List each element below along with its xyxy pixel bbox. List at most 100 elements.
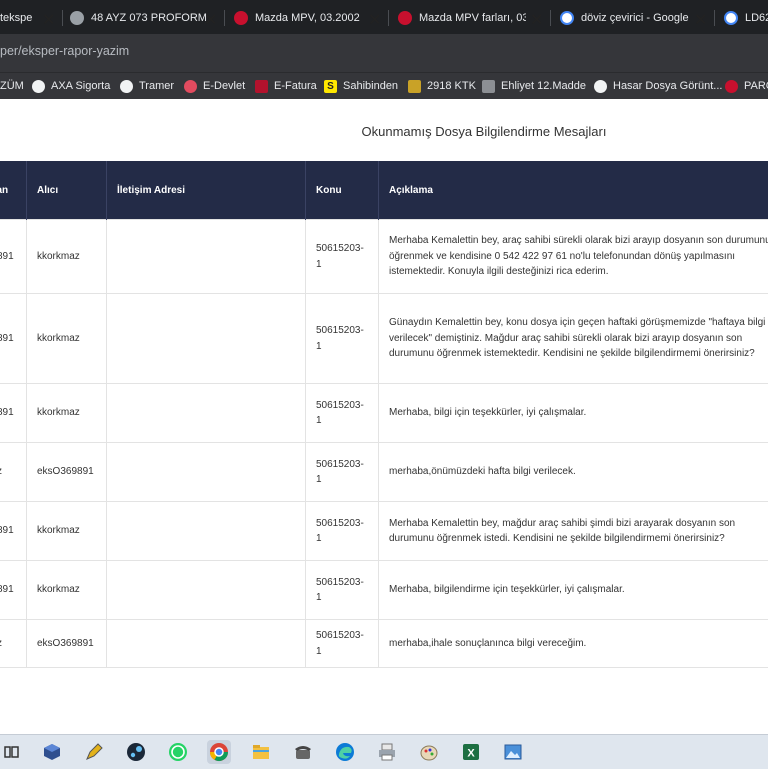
cell-sender: z xyxy=(0,620,27,668)
table-row[interactable]: z eksO369891 50615203- 1 merhaba,önümüzd… xyxy=(0,443,768,502)
cell-subject: 50615203- 1 xyxy=(306,620,379,668)
column-header-receiver[interactable]: Alıcı xyxy=(27,161,107,220)
cell-sender: 891 xyxy=(0,502,27,561)
table-row[interactable]: 891 kkorkmaz 50615203- 1 Merhaba, bilgi … xyxy=(0,384,768,443)
steam-icon[interactable] xyxy=(124,740,148,764)
tab-divider xyxy=(714,10,715,26)
cell-description: merhaba,ihale sonuçlanınca bilgi vereceğ… xyxy=(379,620,768,668)
close-icon[interactable]: ✕ xyxy=(204,10,217,30)
paint-icon[interactable] xyxy=(417,740,441,764)
tab-proforma[interactable]: 48 AYZ 073 PROFORM xyxy=(70,4,220,32)
cell-sender: 891 xyxy=(0,561,27,620)
site-red-icon xyxy=(398,11,412,25)
photos-icon[interactable] xyxy=(501,740,525,764)
cell-contact xyxy=(107,220,306,294)
table-row[interactable]: 891 kkorkmaz 50615203- 1 Günaydın Kemale… xyxy=(0,294,768,384)
whatsapp-icon[interactable] xyxy=(166,740,190,764)
cell-receiver: kkorkmaz xyxy=(27,220,107,294)
close-icon[interactable]: ✕ xyxy=(530,10,543,30)
svg-text:X: X xyxy=(467,748,475,760)
cell-subject: 50615203- 1 xyxy=(306,443,379,502)
column-header-description[interactable]: Açıklama xyxy=(379,161,768,220)
license-icon xyxy=(482,80,495,93)
table-row[interactable]: 891 kkorkmaz 50615203- 1 Merhaba, bilgil… xyxy=(0,561,768,620)
address-bar[interactable]: per/eksper-rapor-yazim xyxy=(0,34,768,72)
tab-label: Mazda MPV farları, 03. xyxy=(419,12,526,24)
google-icon xyxy=(724,11,738,25)
globe-icon xyxy=(594,80,607,93)
table-header-row: an Alıcı İletişim Adresi Konu Açıklama xyxy=(0,161,768,220)
tab-mazda-mpv[interactable]: Mazda MPV, 03.2002 xyxy=(234,4,364,32)
pen-tool-icon[interactable] xyxy=(82,740,106,764)
chrome-icon[interactable] xyxy=(207,740,231,764)
page-title: Okunmamış Dosya Bilgilendirme Mesajları xyxy=(0,124,768,139)
bookmark-label: Sahibinden xyxy=(343,80,398,92)
cell-sender: 891 xyxy=(0,384,27,443)
close-icon[interactable]: ✕ xyxy=(42,10,55,30)
printer-icon[interactable] xyxy=(375,740,399,764)
cell-contact xyxy=(107,620,306,668)
url-text[interactable]: per/eksper-rapor-yazim xyxy=(0,44,129,58)
globe-icon xyxy=(120,80,133,93)
tab-label: 48 AYZ 073 PROFORM xyxy=(91,12,207,24)
globe-icon xyxy=(32,80,45,93)
site-red-icon xyxy=(234,11,248,25)
tab-divider xyxy=(224,10,225,26)
table-row[interactable]: 891 kkorkmaz 50615203- 1 Merhaba Kemalet… xyxy=(0,220,768,294)
messages-table: an Alıcı İletişim Adresi Konu Açıklama 8… xyxy=(0,161,768,668)
bookmark-parca[interactable]: PARÇ xyxy=(725,78,768,94)
column-header-contact[interactable]: İletişim Adresi xyxy=(107,161,306,220)
cell-description: Merhaba, bilgilendirme için teşekkürler,… xyxy=(379,561,768,620)
cell-contact xyxy=(107,443,306,502)
excel-icon[interactable]: X xyxy=(459,740,483,764)
tab-label: LD62 xyxy=(745,12,768,24)
table-row[interactable]: 891 kkorkmaz 50615203- 1 Merhaba Kemalet… xyxy=(0,502,768,561)
tab-divider xyxy=(388,10,389,26)
bookmarks-bar: ZÜM AXA Sigorta Tramer E-Devlet E-Fatura… xyxy=(0,72,768,99)
cell-receiver: kkorkmaz xyxy=(27,561,107,620)
bookmark-sahibinden[interactable]: S Sahibinden xyxy=(324,78,398,94)
tab-label: Mazda MPV, 03.2002 xyxy=(255,12,360,24)
edge-icon[interactable] xyxy=(333,740,357,764)
tab-ld62[interactable]: LD62 xyxy=(724,4,768,32)
bookmark-label: E-Fatura xyxy=(274,80,317,92)
edevlet-icon xyxy=(184,80,197,93)
file-explorer-icon[interactable] xyxy=(249,740,273,764)
cell-contact xyxy=(107,294,306,384)
app-cube-icon[interactable] xyxy=(40,740,64,764)
task-view-icon[interactable] xyxy=(0,740,24,764)
phone-icon[interactable] xyxy=(291,740,315,764)
cell-description: Merhaba Kemalettin bey, mağdur araç sahi… xyxy=(379,502,768,561)
cell-receiver: kkorkmaz xyxy=(27,502,107,561)
bookmark-zum[interactable]: ZÜM xyxy=(0,78,24,94)
bookmark-label: 2918 KTK xyxy=(427,80,476,92)
site-red-icon xyxy=(725,80,738,93)
cell-description: Merhaba, bilgi için teşekkürler, iyi çal… xyxy=(379,384,768,443)
cell-contact xyxy=(107,561,306,620)
bookmark-label: ZÜM xyxy=(0,80,24,92)
bookmark-tramer[interactable]: Tramer xyxy=(120,78,174,94)
bookmark-label: AXA Sigorta xyxy=(51,80,110,92)
bookmark-2918-ktk[interactable]: 2918 KTK xyxy=(408,78,476,94)
sahibinden-icon: S xyxy=(324,80,337,93)
bookmark-label: Hasar Dosya Görünt... xyxy=(613,80,722,92)
cell-description: Günaydın Kemalettin bey, konu dosya için… xyxy=(379,294,768,384)
column-header-subject[interactable]: Konu xyxy=(306,161,379,220)
cell-subject: 50615203- 1 xyxy=(306,561,379,620)
bookmark-edevlet[interactable]: E-Devlet xyxy=(184,78,245,94)
close-icon[interactable]: ✕ xyxy=(694,10,707,30)
bookmark-axa[interactable]: AXA Sigorta xyxy=(32,78,110,94)
column-header-sender[interactable]: an xyxy=(0,161,27,220)
cell-subject: 50615203- 1 xyxy=(306,220,379,294)
bookmark-efatura[interactable]: E-Fatura xyxy=(255,78,317,94)
table-row[interactable]: z eksO369891 50615203- 1 merhaba,ihale s… xyxy=(0,620,768,668)
cell-description: Merhaba Kemalettin bey, araç sahibi süre… xyxy=(379,220,768,294)
bookmark-hasar-dosya[interactable]: Hasar Dosya Görünt... xyxy=(594,78,722,94)
bookmark-ehliyet[interactable]: Ehliyet 12.Madde xyxy=(482,78,586,94)
close-icon[interactable]: ✕ xyxy=(368,10,381,30)
cell-contact xyxy=(107,502,306,561)
tab-mazda-farlari[interactable]: Mazda MPV farları, 03. xyxy=(398,4,526,32)
tab-doviz[interactable]: döviz çevirici - Google xyxy=(560,4,690,32)
bookmark-label: PARÇ xyxy=(744,80,768,92)
efatura-icon xyxy=(255,80,268,93)
